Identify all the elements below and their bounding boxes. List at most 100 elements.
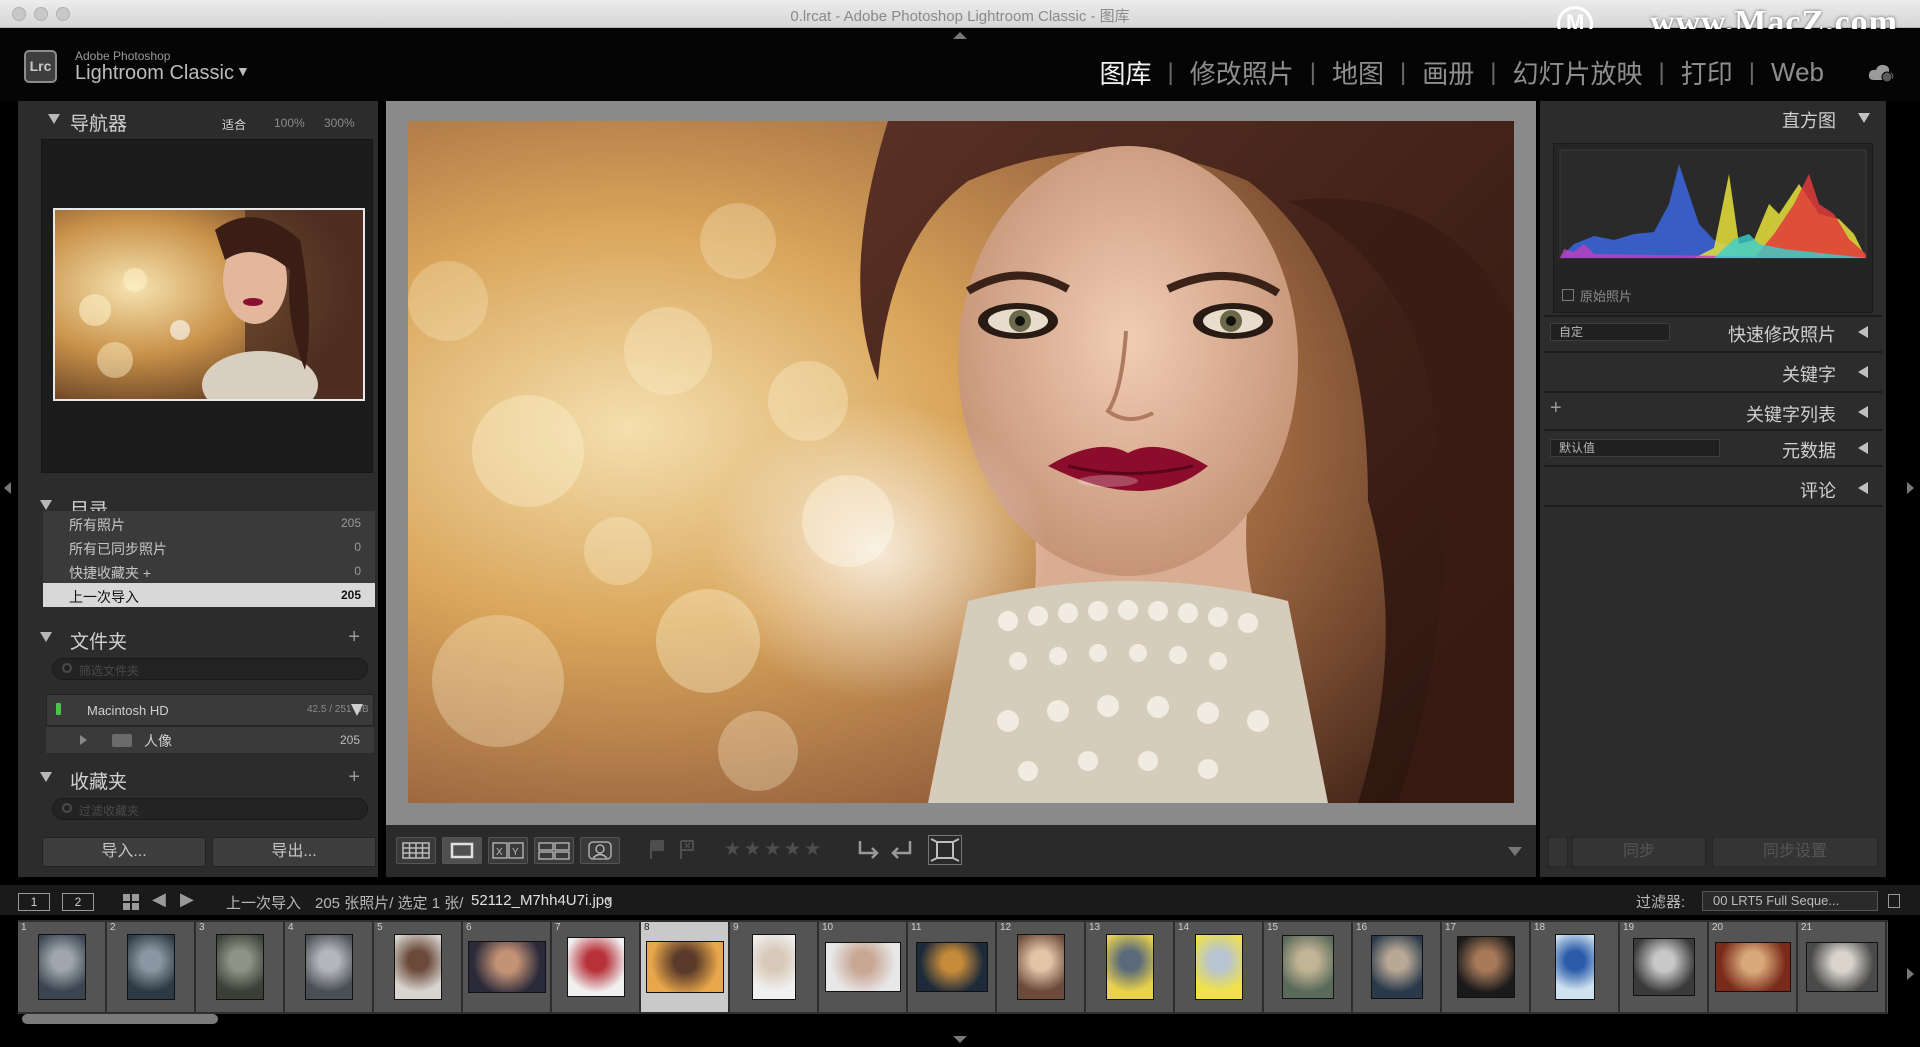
filmstrip-thumbnail[interactable]: 19: [1620, 922, 1708, 1012]
sync-button[interactable]: 同步: [1572, 837, 1706, 867]
filmstrip-thumbnail[interactable]: 14: [1175, 922, 1263, 1012]
filmstrip-thumbnail[interactable]: 6: [463, 922, 551, 1012]
module-web[interactable]: Web: [1769, 57, 1826, 88]
compare-view-icon[interactable]: XY: [488, 837, 528, 864]
filmstrip-thumbnail[interactable]: 4: [285, 922, 373, 1012]
add-folder-button[interactable]: +: [348, 626, 360, 649]
filmstrip-scrollbar[interactable]: [22, 1014, 218, 1024]
filmstrip-filename[interactable]: 52112_M7hh4U7i.jpg: [471, 892, 613, 909]
top-panel-toggle-icon[interactable]: [953, 32, 967, 39]
filmstrip-thumbnail[interactable]: 13: [1086, 922, 1174, 1012]
filmstrip-thumbnail[interactable]: 16: [1353, 922, 1441, 1012]
collapse-triangle-icon[interactable]: [40, 632, 52, 642]
catalog-all-synced[interactable]: 所有已同步照片 0: [43, 535, 375, 559]
rotate-left-icon[interactable]: [854, 837, 882, 863]
module-book[interactable]: 画册: [1420, 54, 1476, 91]
main-window-button[interactable]: 1: [18, 893, 50, 911]
cloud-sync-icon[interactable]: [1868, 62, 1894, 84]
chevron-down-icon[interactable]: [351, 704, 363, 716]
catalog-previous-import[interactable]: 上一次导入 205: [43, 583, 375, 607]
folders-header[interactable]: 文件夹 +: [18, 623, 378, 653]
main-photo[interactable]: [408, 121, 1514, 803]
filmstrip-thumbnail[interactable]: 9: [730, 922, 818, 1012]
zoom-300[interactable]: 300%: [324, 116, 355, 130]
back-arrow-icon[interactable]: ◀: [152, 889, 166, 910]
left-panel-toggle-icon[interactable]: [4, 482, 11, 494]
filmstrip-scroll-right-icon[interactable]: [1907, 968, 1914, 980]
keyword-list-title[interactable]: 关键字列表: [1746, 401, 1836, 427]
volume-row[interactable]: Macintosh HD 42.5 / 251 GB: [46, 694, 374, 726]
folder-search-input[interactable]: 筛选文件夹: [52, 658, 368, 680]
add-collection-button[interactable]: +: [348, 766, 360, 789]
filmstrip-thumbnail[interactable]: 20: [1709, 922, 1797, 1012]
filmstrip-thumbnail[interactable]: 7: [552, 922, 640, 1012]
folder-row[interactable]: 人像 205: [46, 727, 374, 753]
filmstrip-thumbnail[interactable]: 3: [196, 922, 284, 1012]
filmstrip-thumbnail[interactable]: 22: [1887, 922, 1888, 1012]
filter-lock-icon[interactable]: [1888, 894, 1900, 908]
navigator-header[interactable]: 导航器 适合 100% 300%: [18, 105, 378, 135]
filmstrip-thumbnail[interactable]: 15: [1264, 922, 1352, 1012]
pick-flag-icon[interactable]: [648, 839, 666, 861]
module-print[interactable]: 打印: [1679, 54, 1735, 91]
collapse-triangle-icon[interactable]: [40, 500, 52, 510]
comments-title[interactable]: 评论: [1800, 477, 1836, 503]
add-keyword-button[interactable]: +: [1550, 397, 1562, 420]
metadata-preset-select[interactable]: 默认值: [1550, 439, 1720, 457]
filmstrip-thumbnail[interactable]: 5: [374, 922, 462, 1012]
quick-develop-preset-select[interactable]: 自定: [1550, 323, 1670, 341]
grid-view-icon[interactable]: [396, 837, 436, 864]
toolbar-menu-chevron-icon[interactable]: [1508, 847, 1522, 856]
expand-triangle-icon[interactable]: [1858, 482, 1868, 494]
module-map[interactable]: 地图: [1330, 54, 1386, 91]
expand-triangle-icon[interactable]: [1858, 442, 1868, 454]
filmstrip-thumbnail[interactable]: 10: [819, 922, 907, 1012]
filmstrip-thumbnail[interactable]: 1: [18, 922, 106, 1012]
sync-toggle-switch[interactable]: [1548, 837, 1568, 867]
collapse-triangle-icon[interactable]: [48, 114, 60, 124]
filter-preset-select[interactable]: 00 LRT5 Full Seque...: [1702, 891, 1878, 911]
filmstrip-thumbnail[interactable]: 17: [1442, 922, 1530, 1012]
bottom-panel-toggle-icon[interactable]: [953, 1036, 967, 1043]
import-button[interactable]: 导入...: [42, 837, 206, 867]
filmstrip-thumbnail[interactable]: 11: [908, 922, 996, 1012]
catalog-all-photos[interactable]: 所有照片 205: [43, 511, 375, 535]
module-slideshow[interactable]: 幻灯片放映: [1511, 54, 1645, 91]
metadata-title[interactable]: 元数据: [1782, 437, 1836, 463]
zoom-100[interactable]: 100%: [274, 116, 305, 130]
expand-triangle-icon[interactable]: [1858, 326, 1868, 338]
rotate-right-icon[interactable]: [888, 837, 916, 863]
filename-chevron-down-icon[interactable]: ▾: [606, 893, 612, 906]
identity-menu-chevron-icon[interactable]: ▼: [236, 63, 250, 79]
expand-triangle-icon[interactable]: [1858, 406, 1868, 418]
keywording-title[interactable]: 关键字: [1782, 361, 1836, 387]
expand-triangle-icon[interactable]: [1858, 366, 1868, 378]
navigator-thumbnail[interactable]: [53, 208, 365, 401]
histogram-title[interactable]: 直方图: [1782, 107, 1836, 133]
loupe-view-icon[interactable]: [442, 837, 482, 864]
filmstrip-thumbnail[interactable]: 21: [1798, 922, 1886, 1012]
module-develop[interactable]: 修改照片: [1188, 54, 1296, 91]
filmstrip-thumbnail[interactable]: 8: [641, 922, 729, 1012]
right-panel-toggle-icon[interactable]: [1907, 482, 1914, 494]
sync-settings-button[interactable]: 同步设置: [1712, 837, 1878, 867]
reject-flag-icon[interactable]: [678, 839, 696, 861]
zoom-fit[interactable]: 适合: [222, 116, 246, 133]
export-button[interactable]: 导出...: [212, 837, 376, 867]
quick-develop-title[interactable]: 快速修改照片: [1728, 321, 1836, 347]
filmstrip-thumbnail[interactable]: 12: [997, 922, 1085, 1012]
forward-arrow-icon[interactable]: ▶: [180, 889, 194, 910]
expand-triangle-icon[interactable]: [80, 735, 87, 745]
filmstrip-thumbnail[interactable]: 2: [107, 922, 195, 1012]
filmstrip-source[interactable]: 上一次导入: [226, 892, 301, 913]
collapse-triangle-icon[interactable]: [40, 772, 52, 782]
grid-icon[interactable]: [122, 893, 140, 911]
catalog-quick-collection[interactable]: 快捷收藏夹 + 0: [43, 559, 375, 583]
module-library[interactable]: 图库: [1098, 54, 1154, 91]
survey-view-icon[interactable]: [534, 837, 574, 864]
original-photo-checkbox[interactable]: [1562, 289, 1574, 301]
people-view-icon[interactable]: [580, 837, 620, 864]
collection-search-input[interactable]: 过滤收藏夹: [52, 798, 368, 820]
star-rating[interactable]: ★★★★★: [724, 838, 824, 861]
collections-header[interactable]: 收藏夹 +: [18, 763, 378, 793]
